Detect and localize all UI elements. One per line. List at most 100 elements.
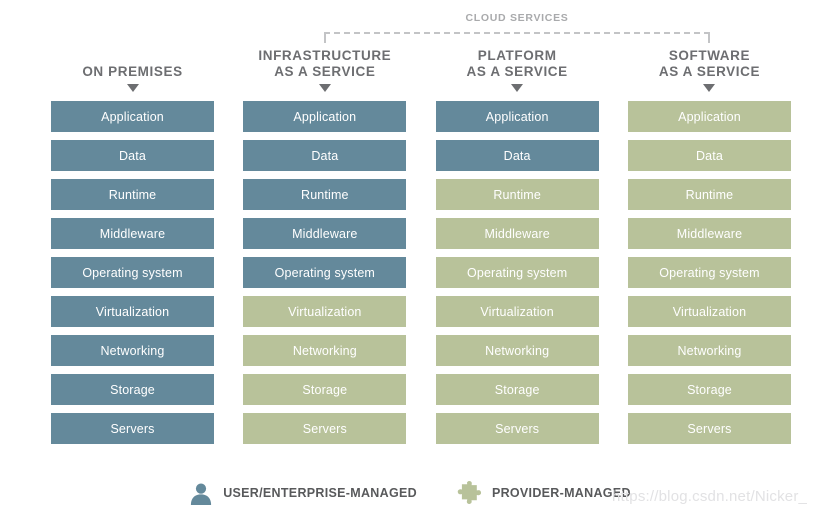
layer-label: Data bbox=[311, 148, 339, 163]
layer-box: Virtualization bbox=[243, 296, 407, 327]
column-on-premises: ON PREMISES Application Data Runtime Middlew… bbox=[51, 48, 214, 452]
column-header-platform-as-a-service: PLATFORM AS A SERVICE bbox=[436, 48, 599, 92]
person-icon bbox=[191, 483, 212, 505]
column-title-infrastructure-as-a-service: INFRASTRUCTURE AS A SERVICE bbox=[258, 48, 391, 80]
layer-label: Runtime bbox=[493, 187, 541, 202]
layer-label: Data bbox=[695, 148, 723, 163]
layer-box: Virtualization bbox=[435, 296, 599, 327]
layer-label: Operating system bbox=[466, 265, 568, 280]
layer-label: Operating system bbox=[659, 265, 760, 280]
layer-box: Storage bbox=[51, 374, 214, 405]
layer-box: Runtime bbox=[627, 179, 791, 210]
layer-box: Servers bbox=[435, 413, 599, 444]
layer-box: Middleware bbox=[243, 218, 407, 249]
layer-label: Middleware bbox=[676, 226, 743, 241]
layer-label: Virtualization bbox=[672, 304, 747, 319]
layer-stack-platform-as-a-service: Application Data Runtime Middleware Operatin… bbox=[435, 101, 599, 444]
layer-label: Storage bbox=[687, 382, 732, 397]
layer-label: Virtualization bbox=[95, 304, 170, 319]
layer-box: Servers bbox=[51, 413, 214, 444]
layer-box: Networking bbox=[627, 335, 791, 366]
layer-label: Application bbox=[293, 109, 357, 124]
layer-box: Virtualization bbox=[627, 296, 791, 327]
triangle-down-icon bbox=[126, 84, 139, 92]
service-model-columns: ON PREMISES Application Data Runtime Middlew… bbox=[51, 48, 791, 452]
layer-box: Application bbox=[243, 101, 407, 132]
layer-label: Runtime bbox=[685, 187, 734, 202]
layer-box: Middleware bbox=[627, 218, 791, 249]
column-title-line: AS A SERVICE bbox=[466, 64, 568, 79]
layer-label: Data bbox=[118, 148, 146, 163]
puzzle-piece-icon bbox=[457, 481, 481, 504]
column-header-infrastructure-as-a-service: INFRASTRUCTURE AS A SERVICE bbox=[243, 48, 406, 92]
layer-label: Operating system bbox=[274, 265, 375, 280]
cloud-services-label: CLOUD SERVICES bbox=[465, 12, 569, 24]
layer-box: Servers bbox=[243, 413, 407, 444]
column-title-software-as-a-service: SOFTWARE AS A SERVICE bbox=[659, 48, 760, 80]
layer-box: Application bbox=[627, 101, 791, 132]
layer-box: Networking bbox=[51, 335, 214, 366]
layer-box: Operating system bbox=[435, 257, 599, 288]
layer-label: Storage bbox=[110, 382, 155, 397]
bracket-tick-left bbox=[324, 32, 326, 43]
column-title-line: INFRASTRUCTURE bbox=[258, 48, 392, 63]
layer-label: Networking bbox=[485, 343, 550, 358]
layer-box: Virtualization bbox=[51, 296, 214, 327]
layer-label: Application bbox=[101, 109, 164, 124]
layer-label: Application bbox=[678, 109, 741, 124]
layer-label: Servers bbox=[110, 421, 155, 436]
layer-label: Operating system bbox=[82, 265, 183, 280]
layer-label: Storage bbox=[302, 382, 348, 397]
layer-label: Virtualization bbox=[288, 304, 362, 319]
legend-item-user-managed: USER/ENTERPRISE-MANAGED bbox=[188, 480, 417, 506]
layer-box: Operating system bbox=[51, 257, 214, 288]
layer-label: Middleware bbox=[292, 226, 358, 241]
layer-box: Application bbox=[435, 101, 599, 132]
column-title-line: PLATFORM bbox=[477, 48, 557, 63]
layer-box: Storage bbox=[243, 374, 407, 405]
layer-label: Data bbox=[503, 148, 531, 163]
layer-label: Middleware bbox=[484, 226, 550, 241]
layer-box: Data bbox=[51, 140, 214, 171]
layer-box: Data bbox=[243, 140, 407, 171]
layer-label: Networking bbox=[292, 343, 357, 358]
column-title-line: ON PREMISES bbox=[82, 64, 183, 79]
layer-box: Operating system bbox=[243, 257, 407, 288]
bracket-tick-right bbox=[708, 32, 710, 43]
layer-label: Servers bbox=[302, 421, 347, 436]
column-header-on-premises: ON PREMISES bbox=[51, 48, 214, 92]
layer-box: Runtime bbox=[51, 179, 214, 210]
layer-box: Networking bbox=[243, 335, 407, 366]
layer-stack-software-as-a-service: Application Data Runtime Middleware Operatin… bbox=[627, 101, 791, 444]
layer-box: Middleware bbox=[435, 218, 599, 249]
layer-box: Storage bbox=[435, 374, 599, 405]
layer-label: Runtime bbox=[108, 187, 157, 202]
column-title-line: AS A SERVICE bbox=[658, 64, 761, 79]
triangle-down-icon bbox=[703, 84, 716, 92]
layer-box: Data bbox=[435, 140, 599, 171]
layer-stack-on-premises: Application Data Runtime Middleware Operatin… bbox=[51, 101, 214, 444]
column-title-line: SOFTWARE bbox=[668, 48, 751, 63]
layer-box: Application bbox=[51, 101, 214, 132]
column-infrastructure-as-a-service: INFRASTRUCTURE AS A SERVICE Application Dat… bbox=[243, 48, 407, 452]
legend-label-provider-managed: PROVIDER-MANAGED bbox=[491, 486, 631, 500]
layer-label: Runtime bbox=[301, 187, 349, 202]
layer-stack-infrastructure-as-a-service: Application Data Runtime Middleware Operatin… bbox=[243, 101, 407, 444]
cloud-services-bracket: CLOUD SERVICES bbox=[324, 12, 710, 44]
layer-label: Application bbox=[485, 109, 549, 124]
triangle-down-icon bbox=[511, 84, 524, 92]
layer-label: Servers bbox=[687, 421, 732, 436]
column-title-platform-as-a-service: PLATFORM AS A SERVICE bbox=[467, 48, 568, 80]
layer-box: Networking bbox=[435, 335, 599, 366]
column-header-software-as-a-service: SOFTWARE AS A SERVICE bbox=[628, 48, 791, 92]
layer-label: Virtualization bbox=[480, 304, 554, 319]
layer-box: Operating system bbox=[627, 257, 791, 288]
layer-box: Storage bbox=[627, 374, 791, 405]
layer-label: Networking bbox=[100, 343, 165, 358]
column-title-on-premises: ON PREMISES bbox=[82, 64, 182, 80]
layer-box: Data bbox=[627, 140, 791, 171]
layer-label: Networking bbox=[677, 343, 742, 358]
layer-box: Runtime bbox=[435, 179, 599, 210]
legend: USER/ENTERPRISE-MANAGED PROVIDER-MANAGED bbox=[0, 480, 819, 506]
layer-box: Middleware bbox=[51, 218, 214, 249]
